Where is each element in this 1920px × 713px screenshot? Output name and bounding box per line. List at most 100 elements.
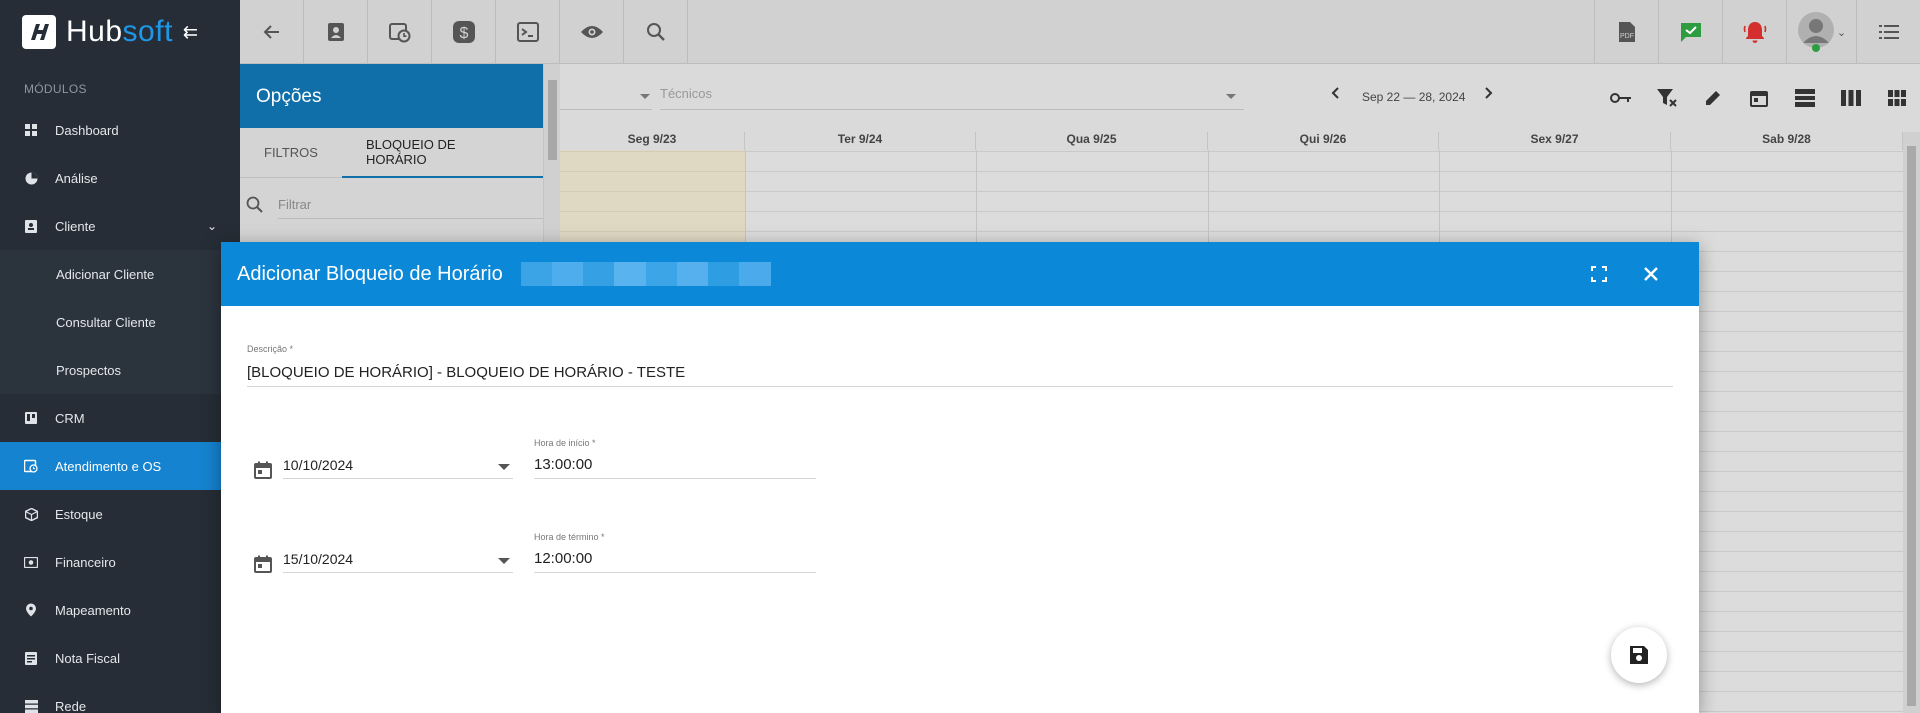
sidebar-item-consultar-cliente[interactable]: Consultar Cliente <box>0 298 240 346</box>
month-view-button[interactable] <box>1874 78 1920 118</box>
day-header: Qua 9/25 <box>976 132 1208 150</box>
chevron-left-icon <box>1331 87 1339 99</box>
sidebar-item-estoque[interactable]: Estoque <box>0 490 240 538</box>
dialog-header: Adicionar Bloqueio de Horário <box>221 242 1699 306</box>
day-header: Ter 9/24 <box>745 132 976 150</box>
sidebar-item-label: Consultar Cliente <box>56 314 156 330</box>
top-toolbar: $ PDF ⌄ <box>240 0 1920 64</box>
day-header: Sab 9/28 <box>1671 132 1903 150</box>
hora-inicio-label: Hora de início * <box>534 438 596 448</box>
descricao-field[interactable]: [BLOQUEIO DE HORÁRIO] - BLOQUEIO DE HORÁ… <box>247 364 1673 387</box>
avatar <box>1797 12 1834 52</box>
save-icon <box>1630 646 1648 664</box>
sidebar-item-atendimento-os[interactable]: Atendimento e OS <box>0 442 240 490</box>
sidebar-item-dashboard[interactable]: Dashboard <box>0 106 240 154</box>
key-icon <box>1610 93 1631 103</box>
chevron-right-icon <box>1485 87 1493 99</box>
tab-bloqueio-horario[interactable]: BLOQUEIO DE HORÁRIO <box>341 128 543 178</box>
start-date-field[interactable]: 10/10/2024 <box>283 457 513 479</box>
sidebar-item-analise[interactable]: Análise <box>0 154 240 202</box>
sidebar-item-label: Atendimento e OS <box>55 458 162 474</box>
sidebar-item-financeiro[interactable]: Financeiro <box>0 538 240 586</box>
calendar-icon[interactable] <box>253 460 273 480</box>
clear-filter-button[interactable] <box>1644 78 1690 118</box>
filter-input[interactable]: Filtrar <box>278 191 543 219</box>
next-week-button[interactable] <box>1484 86 1494 105</box>
terminal-button[interactable] <box>496 0 560 64</box>
arrow-left-icon <box>263 25 279 39</box>
hora-termino-field[interactable]: 12:00:00 <box>534 550 816 573</box>
logo-text-hub: Hub <box>66 15 123 48</box>
add-time-block-dialog: Adicionar Bloqueio de Horário Descrição … <box>221 242 1699 713</box>
day-header: Qui 9/26 <box>1208 132 1439 150</box>
dollar-icon: $ <box>452 21 475 43</box>
view-module-icon <box>1888 90 1906 106</box>
list-menu-button[interactable] <box>1856 0 1920 64</box>
trello-icon <box>24 411 38 425</box>
filter-row: Filtrar <box>240 178 543 232</box>
prev-week-button[interactable] <box>1330 86 1340 105</box>
close-icon <box>1644 267 1658 281</box>
sidebar-item-cliente[interactable]: Cliente ⌄ <box>0 202 240 250</box>
close-button[interactable] <box>1625 248 1677 300</box>
day-header: Seg 9/23 <box>560 132 745 150</box>
calendar-scrollbar[interactable] <box>1903 132 1920 713</box>
end-date-field[interactable]: 15/10/2024 <box>283 551 513 573</box>
agenda-view-button[interactable] <box>1782 78 1828 118</box>
server-icon <box>24 699 38 713</box>
group-select[interactable] <box>560 86 652 110</box>
messages-button[interactable] <box>1658 0 1722 64</box>
fullscreen-icon <box>1591 266 1607 282</box>
sidebar-item-label: Financeiro <box>55 554 116 570</box>
sidebar-item-prospectos[interactable]: Prospectos <box>0 346 240 394</box>
hora-inicio-field[interactable]: 13:00:00 <box>534 456 816 479</box>
day-header: Sex 9/27 <box>1439 132 1671 150</box>
sidebar-item-rede[interactable]: Rede <box>0 682 240 713</box>
fullscreen-button[interactable] <box>1573 248 1625 300</box>
options-title: Opções <box>240 64 543 128</box>
calendar-icon[interactable] <box>253 554 273 574</box>
alerts-button[interactable] <box>1722 0 1786 64</box>
calendar-clock-icon <box>388 23 410 43</box>
sidebar-item-label: Análise <box>55 170 98 186</box>
key-button[interactable] <box>1598 78 1644 118</box>
pdf-button[interactable]: PDF <box>1594 0 1658 64</box>
list-icon <box>1878 25 1899 39</box>
modules-section-title: MÓDULOS <box>24 82 87 96</box>
sidebar-item-crm[interactable]: CRM <box>0 394 240 442</box>
svg-text:$: $ <box>459 25 468 42</box>
scrollbar-thumb[interactable] <box>1907 146 1916 706</box>
save-button[interactable] <box>1611 627 1667 683</box>
search-icon <box>646 23 665 41</box>
scrollbar-thumb[interactable] <box>548 80 557 160</box>
logo-text: Hubsoft <box>66 15 173 49</box>
edit-button[interactable] <box>1690 78 1736 118</box>
calendar-icon <box>1750 91 1768 107</box>
user-menu-button[interactable]: ⌄ <box>1786 0 1856 64</box>
sidebar-item-adicionar-cliente[interactable]: Adicionar Cliente <box>0 250 240 298</box>
view-button[interactable] <box>560 0 624 64</box>
day-view-button[interactable] <box>1736 78 1782 118</box>
sidebar-item-nota-fiscal[interactable]: Nota Fiscal <box>0 634 240 682</box>
hora-termino-label: Hora de término * <box>534 532 605 542</box>
logo-row: Hubsoft ⇇ <box>0 0 240 64</box>
week-view-button[interactable] <box>1828 78 1874 118</box>
dropdown-arrow-icon[interactable] <box>498 558 510 564</box>
back-button[interactable] <box>240 0 304 64</box>
tecnicos-select[interactable]: Técnicos <box>660 86 1244 110</box>
receipt-icon <box>24 651 38 665</box>
search-button[interactable] <box>624 0 688 64</box>
chevron-down-icon: ⌄ <box>1836 26 1847 39</box>
sidebar-item-label: Adicionar Cliente <box>56 266 155 282</box>
finance-button[interactable]: $ <box>432 0 496 64</box>
schedule-button[interactable] <box>368 0 432 64</box>
chevron-down-icon[interactable]: ⌄ <box>184 219 240 233</box>
hubsoft-logo-icon[interactable] <box>22 15 56 49</box>
tecnicos-placeholder: Técnicos <box>660 86 713 101</box>
sidebar-item-mapeamento[interactable]: Mapeamento <box>0 586 240 634</box>
contacts-button[interactable] <box>304 0 368 64</box>
dropdown-arrow-icon[interactable] <box>498 464 510 470</box>
filter-remove-icon <box>1657 89 1677 107</box>
collapse-menu-icon[interactable]: ⇇ <box>183 22 198 43</box>
tab-filtros[interactable]: FILTROS <box>240 128 342 178</box>
